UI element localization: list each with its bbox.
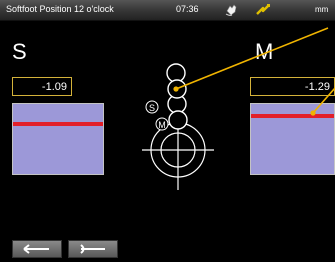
arrow-right-icon	[80, 244, 105, 254]
position-circle-center	[168, 110, 188, 130]
marker-s: S	[149, 103, 155, 113]
position-circle-upper	[166, 63, 186, 83]
target-diagram: S M	[142, 27, 335, 190]
arrow-left-icon	[23, 244, 49, 254]
marker-m: M	[158, 120, 166, 130]
back-button[interactable]	[12, 240, 62, 258]
indicator-dot-upper	[173, 86, 179, 92]
indicator-line-upper	[175, 27, 329, 90]
forward-button[interactable]	[68, 240, 118, 258]
indicator-dot-lower	[310, 110, 316, 116]
indicator-line-lower	[312, 87, 335, 114]
